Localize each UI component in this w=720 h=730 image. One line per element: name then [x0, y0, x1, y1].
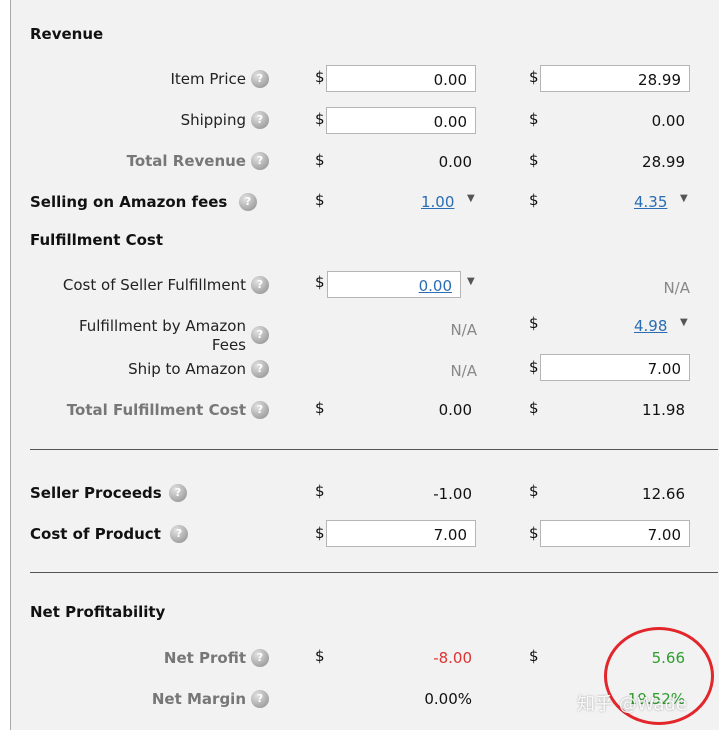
- net-margin-help-icon[interactable]: ?: [251, 690, 269, 708]
- currency-symbol: $: [529, 358, 539, 376]
- selling-fees-help-icon[interactable]: ?: [239, 193, 257, 211]
- net-profit-value-current: -8.00: [433, 649, 472, 667]
- cost-of-product-label: Cost of Product: [30, 525, 161, 543]
- fba-fees-value-current: N/A: [450, 321, 477, 339]
- item-price-input-amazon[interactable]: 28.99: [540, 65, 690, 92]
- selling-fees-dropdown-icon[interactable]: ▼: [467, 193, 475, 204]
- item-price-label: Item Price: [170, 70, 246, 88]
- currency-symbol: $: [315, 68, 325, 86]
- ship-to-amazon-help-icon[interactable]: ?: [251, 360, 269, 378]
- total-revenue-value-current: 0.00: [438, 153, 472, 171]
- currency-symbol: $: [529, 314, 539, 332]
- seller-proceeds-value-amazon: 12.66: [642, 485, 685, 503]
- currency-symbol: $: [529, 647, 539, 665]
- shipping-value-amazon: 0.00: [651, 112, 685, 130]
- currency-symbol: $: [529, 524, 539, 542]
- net-margin-value-current: 0.00%: [424, 690, 472, 708]
- shipping-label: Shipping: [180, 111, 246, 129]
- currency-symbol: $: [529, 151, 539, 169]
- currency-symbol: $: [529, 399, 539, 417]
- currency-symbol: $: [529, 68, 539, 86]
- currency-symbol: $: [529, 191, 539, 209]
- fba-fees-link-amazon[interactable]: 4.98: [634, 317, 667, 335]
- net-profit-label: Net Profit: [163, 649, 246, 667]
- net-profit-help-icon[interactable]: ?: [251, 649, 269, 667]
- cost-of-product-help-icon[interactable]: ?: [170, 525, 188, 543]
- seller-proceeds-help-icon[interactable]: ?: [169, 484, 187, 502]
- seller-fulfillment-input[interactable]: 0.00: [327, 271, 461, 298]
- currency-symbol: $: [315, 110, 325, 128]
- currency-symbol: $: [315, 399, 325, 417]
- fba-fees-help-icon[interactable]: ?: [251, 326, 269, 344]
- currency-symbol: $: [315, 151, 325, 169]
- total-fulfillment-help-icon[interactable]: ?: [251, 401, 269, 419]
- total-revenue-value-amazon: 28.99: [642, 153, 685, 171]
- ship-to-amazon-value-current: N/A: [450, 362, 477, 380]
- fba-fees-label-line2: Fees: [211, 336, 246, 354]
- seller-fulfillment-help-icon[interactable]: ?: [251, 276, 269, 294]
- currency-symbol: $: [315, 524, 325, 542]
- currency-symbol: $: [315, 647, 325, 665]
- seller-proceeds-value-current: -1.00: [433, 485, 472, 503]
- total-fulfillment-value-current: 0.00: [438, 401, 472, 419]
- shipping-input-current[interactable]: 0.00: [326, 107, 476, 134]
- currency-symbol: $: [315, 191, 325, 209]
- total-revenue-label: Total Revenue: [126, 152, 246, 170]
- section-divider: [30, 449, 718, 450]
- seller-fulfillment-dropdown-icon[interactable]: ▼: [467, 276, 475, 287]
- currency-symbol: $: [529, 110, 539, 128]
- seller-fulfillment-link[interactable]: 0.00: [419, 277, 452, 295]
- fulfillment-header: Fulfillment Cost: [30, 231, 164, 249]
- item-price-help-icon[interactable]: ?: [251, 70, 269, 88]
- selling-fees-link-current[interactable]: 1.00: [421, 193, 454, 211]
- currency-symbol: $: [315, 273, 325, 291]
- total-fulfillment-label: Total Fulfillment Cost: [66, 401, 246, 419]
- currency-symbol: $: [315, 482, 325, 500]
- selling-fees-dropdown-icon[interactable]: ▼: [680, 193, 688, 204]
- revenue-header: Revenue: [30, 25, 104, 43]
- ship-to-amazon-label: Ship to Amazon: [128, 360, 246, 378]
- total-revenue-help-icon[interactable]: ?: [251, 152, 269, 170]
- section-divider: [30, 572, 718, 573]
- net-profitability-header: Net Profitability: [30, 603, 166, 621]
- net-margin-label: Net Margin: [151, 690, 246, 708]
- seller-proceeds-label: Seller Proceeds: [30, 484, 162, 502]
- fba-fees-label-line1: Fulfillment by Amazon: [78, 317, 246, 335]
- selling-fees-label: Selling on Amazon fees: [30, 193, 228, 211]
- currency-symbol: $: [529, 482, 539, 500]
- total-fulfillment-value-amazon: 11.98: [642, 401, 685, 419]
- cost-of-product-input-amazon[interactable]: 7.00: [540, 520, 690, 547]
- seller-fulfillment-label: Cost of Seller Fulfillment: [62, 276, 246, 294]
- selling-fees-link-amazon[interactable]: 4.35: [634, 193, 667, 211]
- fba-fees-dropdown-icon[interactable]: ▼: [680, 317, 688, 328]
- shipping-help-icon[interactable]: ?: [251, 111, 269, 129]
- watermark: 知乎 @Wade: [577, 694, 687, 715]
- seller-fulfillment-value-amazon: N/A: [663, 279, 690, 297]
- ship-to-amazon-input[interactable]: 7.00: [540, 354, 690, 381]
- item-price-input-current[interactable]: 0.00: [326, 65, 476, 92]
- cost-of-product-input-current[interactable]: 7.00: [326, 520, 476, 547]
